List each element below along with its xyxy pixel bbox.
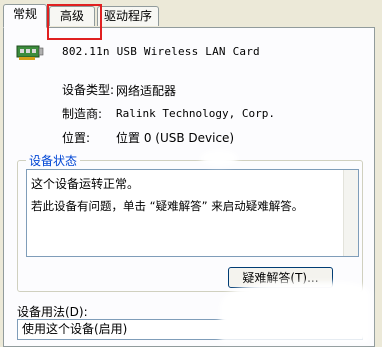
device-status-title: 设备状态 (26, 152, 81, 169)
tab-advanced-label: 高级 (59, 9, 84, 23)
status-scrollbar[interactable] (343, 170, 358, 256)
status-textbox[interactable]: 这个设备运转正常。 若此设备有问题，单击 “疑难解答” 来启动疑难解答。 (26, 169, 359, 257)
status-line-2: 若此设备有问题，单击 “疑难解答” 来启动疑难解答。 (31, 199, 304, 213)
tab-driver[interactable]: 驱动程序 (97, 6, 159, 26)
device-type-value: 网络适配器 (116, 84, 177, 98)
tab-general-label: 常规 (12, 7, 37, 21)
manufacturer-value: Ralink Technology, Corp. (116, 107, 275, 120)
tab-general[interactable]: 常规 (3, 4, 47, 28)
status-line-1: 这个设备运转正常。 (31, 177, 140, 191)
tab-advanced[interactable]: 高级 (49, 6, 95, 26)
device-usage-label: 设备用法(D): (17, 305, 88, 319)
location-value: 位置 0 (USB Device) (116, 131, 235, 145)
location-label: 位置: (62, 131, 91, 145)
watermark-blot (200, 150, 238, 166)
network-card-icon (16, 45, 44, 60)
tab-driver-label: 驱动程序 (103, 9, 152, 23)
watermark-blot (220, 282, 370, 342)
device-type-label: 设备类型: (62, 83, 115, 97)
device-name: 802.11n USB Wireless LAN Card (62, 45, 260, 58)
manufacturer-label: 制造商: (62, 107, 103, 121)
